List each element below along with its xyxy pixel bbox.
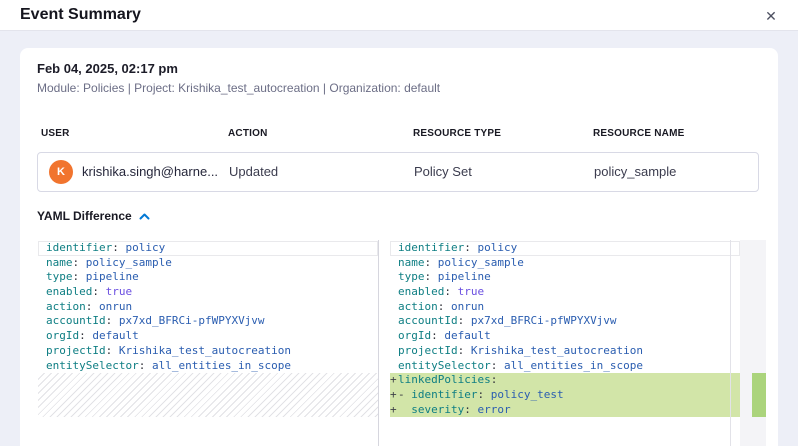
code-line: accountId: px7xd_BFRCi-pfWPYXVjvw [390,314,740,329]
event-timestamp: Feb 04, 2025, 02:17 pm [37,61,178,76]
code-line: identifier: policy [390,241,740,256]
diff-overview-added-marker [752,373,766,417]
code-line: action: onrun [38,300,378,315]
chevron-up-icon [139,213,150,220]
row-action: Updated [229,164,278,179]
code-line: type: pipeline [38,270,378,285]
column-header-action: ACTION [228,128,268,139]
yaml-difference-label: YAML Difference [37,209,132,223]
scrollbar-divider [730,240,731,446]
page-title: Event Summary [20,6,141,24]
event-summary-card: Feb 04, 2025, 02:17 pm Module: Policies … [20,48,778,446]
yaml-diff-editor: identifier: policyname: policy_sampletyp… [38,240,766,446]
table-row: K krishika.singh@harne... Updated Policy… [37,152,759,192]
yaml-difference-toggle[interactable]: YAML Difference [37,209,150,223]
close-icon[interactable]: ✕ [760,5,782,27]
dialog-header: Event Summary ✕ [0,0,798,31]
collapsed-region-hatch [38,373,378,417]
code-line: projectId: Krishika_test_autocreation [390,344,740,359]
code-line: entitySelector: all_entities_in_scope [38,359,378,374]
code-line: orgId: default [390,329,740,344]
code-line: name: policy_sample [38,256,378,271]
code-line: enabled: true [390,285,740,300]
code-line: type: pipeline [390,270,740,285]
event-meta: Module: Policies | Project: Krishika_tes… [37,81,440,95]
code-line: +linkedPolicies: [390,373,740,388]
code-line: +- identifier: policy_test [390,388,740,403]
row-resource-name: policy_sample [594,164,676,179]
code-line: + severity: error [390,403,740,418]
column-header-user: USER [41,128,70,139]
column-header-resource-type: RESOURCE TYPE [413,128,501,139]
code-line: identifier: policy [38,241,378,256]
diff-modified-pane[interactable]: identifier: policyname: policy_sampletyp… [390,240,740,446]
code-line: accountId: px7xd_BFRCi-pfWPYXVjvw [38,314,378,329]
row-resource-type: Policy Set [414,164,472,179]
column-header-resource-name: RESOURCE NAME [593,128,685,139]
code-line: entitySelector: all_entities_in_scope [390,359,740,374]
code-line: enabled: true [38,285,378,300]
dialog-body: Feb 04, 2025, 02:17 pm Module: Policies … [0,31,798,446]
code-line: name: policy_sample [390,256,740,271]
code-line: action: onrun [390,300,740,315]
code-line: orgId: default [38,329,378,344]
avatar: K [49,160,73,184]
code-line: projectId: Krishika_test_autocreation [38,344,378,359]
diff-sash[interactable] [378,240,379,446]
diff-overview-ruler[interactable] [740,240,766,446]
row-user: krishika.singh@harne... [82,164,218,179]
diff-original-pane[interactable]: identifier: policyname: policy_sampletyp… [38,240,378,446]
